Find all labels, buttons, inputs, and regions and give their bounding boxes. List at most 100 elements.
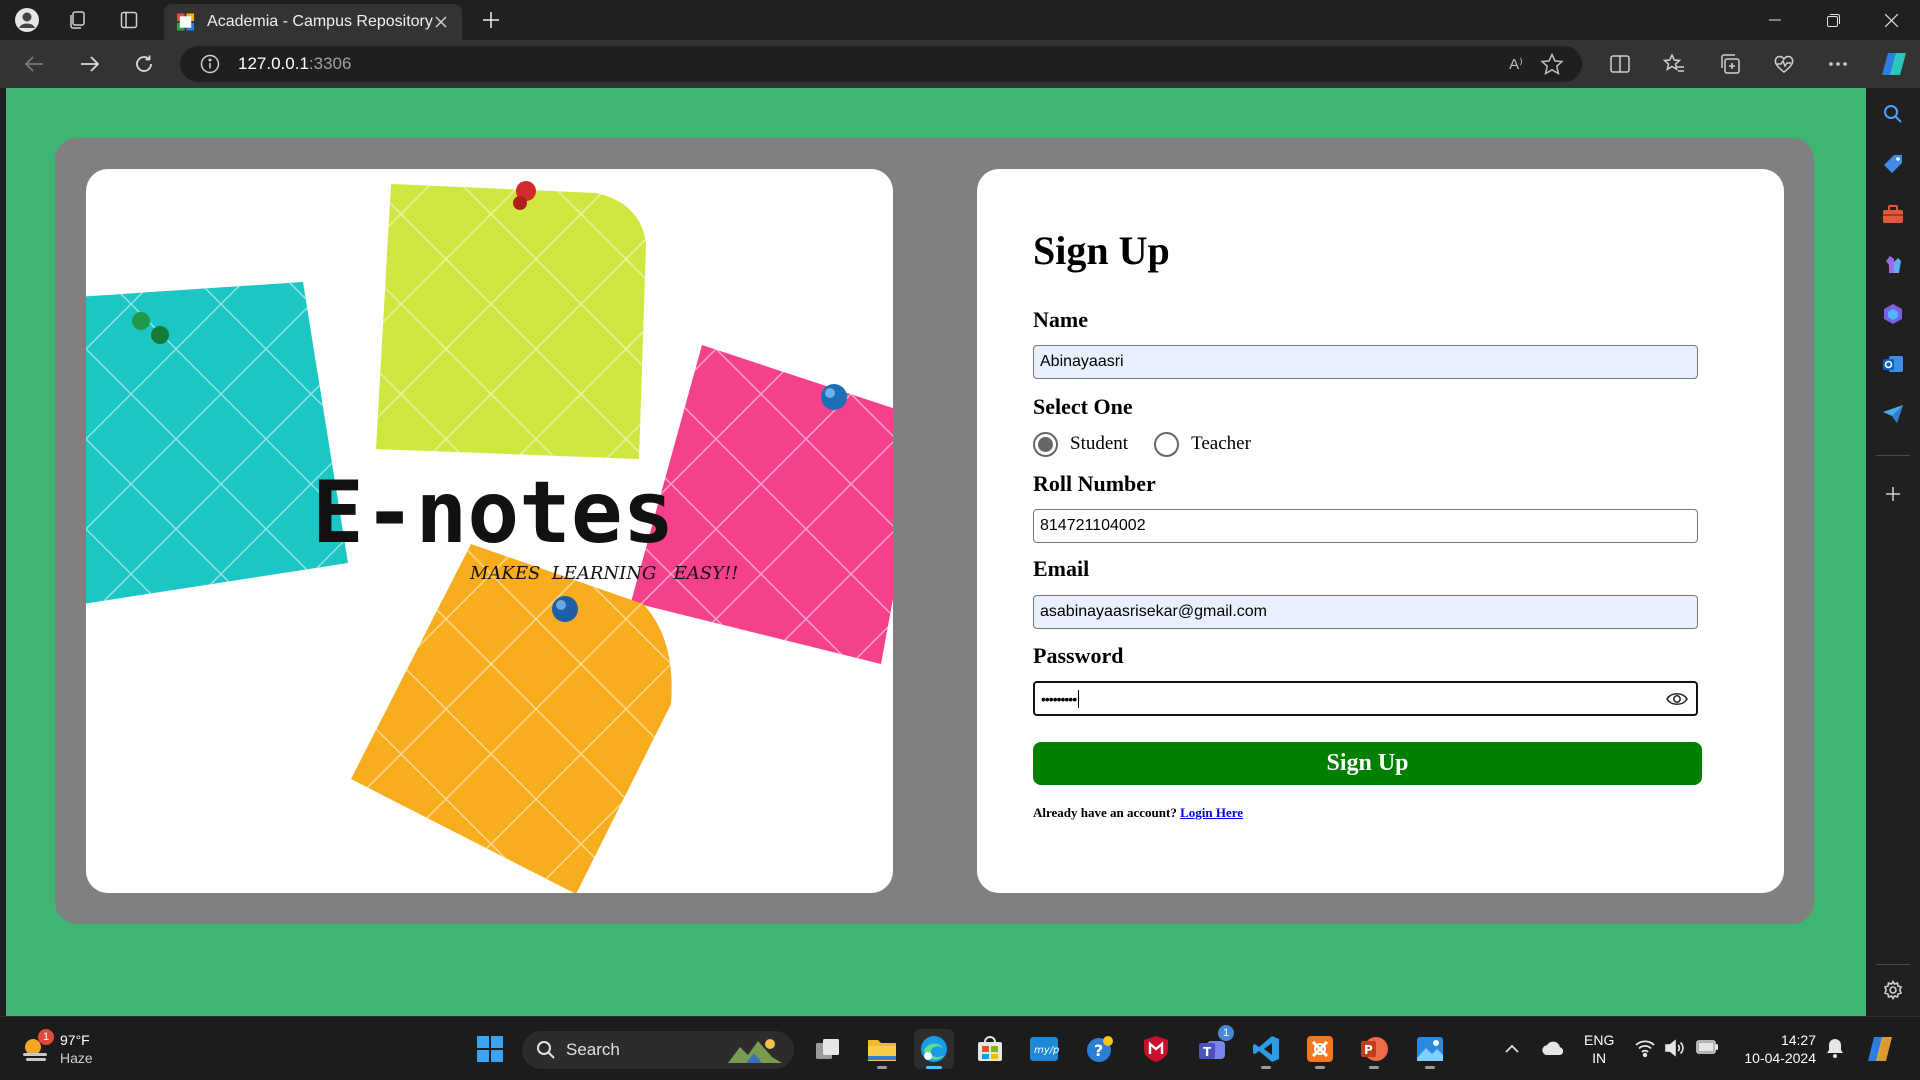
signup-button[interactable]: Sign Up xyxy=(1033,742,1702,785)
edge-sidebar xyxy=(1866,88,1920,1016)
name-label: Name xyxy=(1033,307,1088,332)
browser-tab-bar: Academia - Campus Repository xyxy=(0,0,1920,40)
name-input[interactable]: Abinayaasri xyxy=(1033,345,1698,379)
student-radio-label[interactable]: Student xyxy=(1070,433,1128,455)
url-host: 127.0.0.1 xyxy=(238,54,309,73)
more-options-icon[interactable] xyxy=(1822,48,1854,80)
browser-essentials-icon[interactable] xyxy=(1768,48,1800,80)
favicon-icon xyxy=(176,13,195,31)
taskbar-search-box[interactable]: Search xyxy=(522,1031,794,1069)
vscode-icon[interactable] xyxy=(1246,1029,1286,1069)
running-indicator xyxy=(877,1066,887,1069)
notifications-bell-icon[interactable] xyxy=(1824,1037,1846,1059)
profile-icon[interactable] xyxy=(10,4,44,36)
region-code: IN xyxy=(1592,1050,1607,1066)
forward-icon[interactable] xyxy=(72,46,108,82)
teacher-radio-label[interactable]: Teacher xyxy=(1191,433,1251,455)
login-link[interactable]: Login Here xyxy=(1180,805,1243,820)
clock-time: 14:27 xyxy=(1780,1032,1816,1048)
windows-taskbar: 1 97°F Haze Search my/p ? T 1 P ENG IN 1… xyxy=(0,1016,1920,1080)
reload-icon[interactable] xyxy=(126,46,162,82)
lime-sticky-note xyxy=(376,184,646,459)
shopping-tag-icon[interactable] xyxy=(1881,152,1905,176)
restore-icon[interactable] xyxy=(1810,0,1856,40)
back-icon[interactable] xyxy=(16,46,52,82)
email-input[interactable]: asabinayaasrisekar@gmail.com xyxy=(1033,595,1698,629)
site-info-icon[interactable] xyxy=(200,54,220,74)
edge-browser-icon[interactable] xyxy=(914,1029,954,1069)
weather-alert-badge: 1 xyxy=(38,1029,54,1045)
language-code: ENG xyxy=(1584,1032,1615,1048)
teacher-radio[interactable] xyxy=(1154,431,1180,457)
send-drop-icon[interactable] xyxy=(1881,402,1905,426)
system-clock[interactable]: 14:27 10-04-2024 xyxy=(1736,1031,1816,1067)
sticky-notes-illustration: E-notes MAKES LEARNING EASY!! xyxy=(86,181,893,893)
start-windows-icon[interactable] xyxy=(470,1029,510,1069)
mcafee-shield-icon[interactable] xyxy=(1136,1029,1176,1069)
tab-close-icon[interactable] xyxy=(433,13,450,31)
favorites-icon[interactable] xyxy=(1658,48,1690,80)
workspaces-icon[interactable] xyxy=(60,4,94,36)
teams-badge: 1 xyxy=(1218,1025,1234,1041)
running-indicator xyxy=(1425,1066,1435,1069)
split-screen-icon[interactable] xyxy=(1604,48,1636,80)
copilot-icon[interactable] xyxy=(1876,46,1912,82)
svg-text:T: T xyxy=(1203,1045,1212,1059)
file-explorer-icon[interactable] xyxy=(862,1029,902,1069)
outlook-icon[interactable] xyxy=(1881,352,1905,376)
read-aloud-icon[interactable]: A⁾ xyxy=(1504,53,1528,75)
browser-toolbar: 127.0.0.1:3306 A⁾ xyxy=(0,40,1920,88)
mysql-workbench-icon[interactable]: my/p xyxy=(1024,1029,1064,1069)
onedrive-cloud-icon[interactable] xyxy=(1540,1037,1566,1061)
sidebar-settings-gear-icon[interactable] xyxy=(1881,978,1905,1002)
weather-widget[interactable]: 1 97°F Haze xyxy=(20,1029,130,1069)
signup-container: E-notes MAKES LEARNING EASY!! Sign Up Na… xyxy=(55,138,1814,924)
close-window-icon[interactable] xyxy=(1868,0,1914,40)
photos-app-icon[interactable] xyxy=(1410,1029,1450,1069)
logo-title: E-notes xyxy=(312,463,674,563)
role-radio-group: Student Teacher xyxy=(1033,431,1277,457)
copilot-taskbar-icon[interactable] xyxy=(1864,1033,1896,1065)
get-help-icon[interactable]: ? xyxy=(1080,1029,1120,1069)
roll-number-label: Roll Number xyxy=(1033,471,1156,496)
collections-icon[interactable] xyxy=(1714,48,1746,80)
task-view-icon[interactable] xyxy=(808,1029,848,1069)
sidebar-divider xyxy=(1876,455,1910,456)
password-input[interactable]: ••••••••• xyxy=(1033,681,1698,716)
battery-icon[interactable] xyxy=(1696,1039,1718,1055)
games-icon[interactable] xyxy=(1881,252,1905,276)
new-tab-icon[interactable] xyxy=(474,4,508,36)
teal-sticky-note xyxy=(86,282,348,604)
microsoft-store-icon[interactable] xyxy=(970,1029,1010,1069)
roll-number-input[interactable]: 814721104002 xyxy=(1033,509,1698,543)
language-indicator[interactable]: ENG IN xyxy=(1584,1031,1614,1067)
volume-icon[interactable] xyxy=(1664,1037,1686,1059)
blue-pin-icon xyxy=(821,384,847,410)
wifi-icon[interactable] xyxy=(1634,1037,1656,1059)
show-password-eye-icon[interactable] xyxy=(1666,690,1688,708)
student-radio[interactable] xyxy=(1033,431,1058,457)
search-icon xyxy=(537,1041,555,1059)
copilot-app-icon[interactable] xyxy=(1881,302,1905,326)
show-hidden-icons-chevron-icon[interactable] xyxy=(1500,1037,1524,1061)
password-label: Password xyxy=(1033,643,1124,668)
add-sidebar-app-icon[interactable] xyxy=(1881,482,1905,506)
favorite-star-icon[interactable] xyxy=(1540,53,1564,75)
tab-actions-icon[interactable] xyxy=(112,4,146,36)
minimize-icon[interactable] xyxy=(1752,0,1798,40)
clock-date: 10-04-2024 xyxy=(1744,1050,1816,1066)
sidebar-divider xyxy=(1876,964,1910,965)
tools-toolbox-icon[interactable] xyxy=(1881,202,1905,226)
search-icon[interactable] xyxy=(1881,102,1905,126)
xampp-icon[interactable] xyxy=(1300,1029,1340,1069)
svg-text:?: ? xyxy=(1094,1041,1103,1060)
teams-icon[interactable]: T 1 xyxy=(1192,1025,1234,1069)
powerpoint-icon[interactable]: P xyxy=(1354,1029,1394,1069)
running-indicator xyxy=(1261,1066,1271,1069)
tab-academia[interactable]: Academia - Campus Repository xyxy=(164,4,462,40)
logo-tagline: MAKES LEARNING EASY!! xyxy=(469,563,738,584)
running-indicator xyxy=(926,1066,942,1069)
address-bar[interactable]: 127.0.0.1:3306 A⁾ xyxy=(180,46,1582,82)
form-title: Sign Up xyxy=(1033,228,1170,273)
password-value: ••••••••• xyxy=(1041,690,1077,707)
